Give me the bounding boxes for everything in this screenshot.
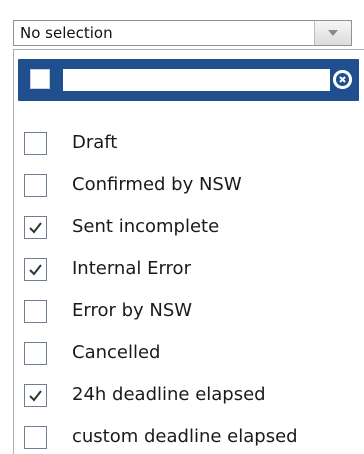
checkmark-icon bbox=[29, 264, 42, 276]
option-checkbox[interactable] bbox=[24, 300, 47, 323]
dropdown-panel: Draft Confirmed by NSW Sent incomplete I… bbox=[13, 49, 364, 454]
filter-header bbox=[18, 59, 359, 101]
checkmark-icon bbox=[29, 222, 42, 234]
option-checkbox[interactable] bbox=[24, 426, 47, 449]
option-cancelled[interactable]: Cancelled bbox=[14, 332, 364, 374]
option-label: Confirmed by NSW bbox=[72, 174, 242, 195]
filter-search-input[interactable] bbox=[63, 69, 330, 91]
option-checkbox[interactable] bbox=[24, 132, 47, 155]
option-checkbox[interactable] bbox=[24, 342, 47, 365]
option-label: Sent incomplete bbox=[72, 216, 220, 237]
option-label: Error by NSW bbox=[72, 300, 193, 321]
option-list: Draft Confirmed by NSW Sent incomplete I… bbox=[14, 122, 364, 454]
chevron-down-icon bbox=[328, 30, 338, 36]
clear-filter-button[interactable] bbox=[333, 70, 352, 89]
clear-circle-icon bbox=[333, 70, 352, 89]
option-label: custom deadline elapsed bbox=[72, 426, 298, 447]
select-all-checkbox[interactable] bbox=[30, 69, 50, 89]
dropdown-toggle-button[interactable] bbox=[314, 21, 351, 45]
option-error-by-nsw[interactable]: Error by NSW bbox=[14, 290, 364, 332]
multiselect-widget: No selection Draft Confirmed by NSW Sent… bbox=[0, 0, 364, 454]
option-label: Internal Error bbox=[72, 258, 191, 279]
option-custom-deadline-elapsed[interactable]: custom deadline elapsed bbox=[14, 416, 364, 454]
option-checkbox[interactable] bbox=[24, 384, 47, 407]
option-label: Cancelled bbox=[72, 342, 161, 363]
option-internal-error[interactable]: Internal Error bbox=[14, 248, 364, 290]
option-sent-incomplete[interactable]: Sent incomplete bbox=[14, 206, 364, 248]
status-select[interactable]: No selection bbox=[13, 20, 352, 46]
option-checkbox[interactable] bbox=[24, 216, 47, 239]
option-confirmed-by-nsw[interactable]: Confirmed by NSW bbox=[14, 164, 364, 206]
option-checkbox[interactable] bbox=[24, 258, 47, 281]
option-24h-deadline-elapsed[interactable]: 24h deadline elapsed bbox=[14, 374, 364, 416]
option-draft[interactable]: Draft bbox=[14, 122, 364, 164]
select-value: No selection bbox=[20, 24, 113, 42]
option-label: 24h deadline elapsed bbox=[72, 384, 266, 405]
option-checkbox[interactable] bbox=[24, 174, 47, 197]
checkmark-icon bbox=[29, 390, 42, 402]
option-label: Draft bbox=[72, 132, 118, 153]
